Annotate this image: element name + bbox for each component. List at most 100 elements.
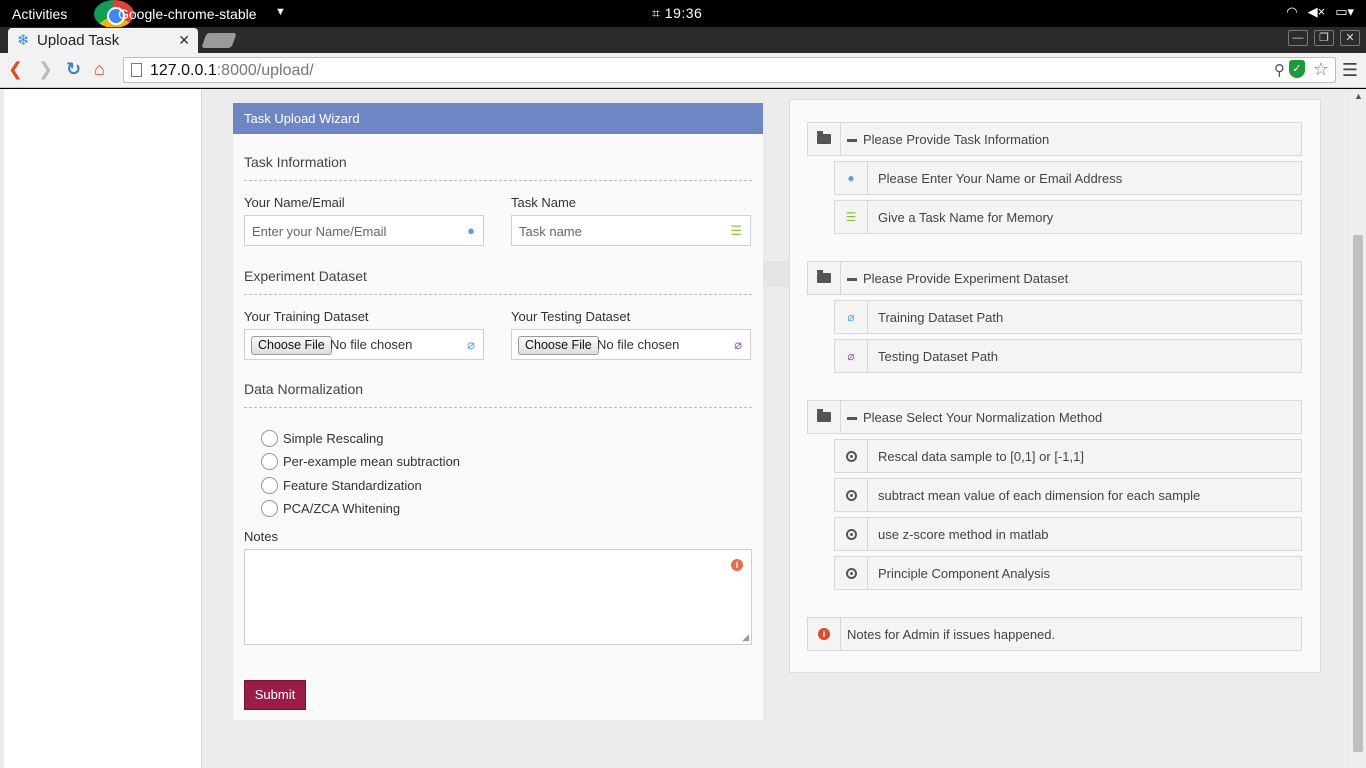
training-no-file-text: No file chosen	[330, 337, 413, 352]
target-icon	[845, 450, 857, 462]
help-panel: Please Provide Task Information ● Please…	[789, 99, 1321, 673]
app-menu-label[interactable]: Google-chrome-stable	[118, 6, 257, 22]
section-experiment-dataset: Experiment Dataset	[244, 268, 752, 295]
help-group-experiment-dataset[interactable]: Please Provide Experiment Dataset	[807, 261, 1302, 295]
help-notes-text: Notes for Admin if issues happened.	[847, 626, 1056, 642]
help-group-title: Please Provide Experiment Dataset	[841, 271, 1068, 286]
help-group-task-information[interactable]: Please Provide Task Information	[807, 122, 1302, 156]
resize-handle-icon[interactable]: ◢	[742, 632, 749, 643]
snowflake-favicon-icon: ❄	[17, 32, 30, 49]
testing-file-input[interactable]: Choose File No file chosen ⌀	[511, 329, 751, 360]
tab-upload-task[interactable]: ❄ Upload Task ✕	[8, 28, 198, 53]
task-name-input[interactable]: Task name ☰	[511, 215, 751, 246]
page-scrollbar[interactable]: ▲	[1351, 89, 1366, 768]
reload-icon[interactable]: ↻	[66, 60, 81, 78]
radio-label: Per-example mean subtraction	[283, 454, 461, 469]
app-menu-caret-icon[interactable]: ▼	[275, 6, 286, 18]
help-group-title: Please Provide Task Information	[841, 132, 1049, 147]
radio-pca-whitening[interactable]: PCA/ZCA Whitening	[261, 500, 400, 517]
paperclip-icon: ⌀	[835, 340, 868, 372]
info-icon-cell: i	[808, 618, 841, 650]
help-item-zscore[interactable]: use z-score method in matlab	[834, 517, 1302, 551]
training-choose-file-button[interactable]: Choose File	[251, 336, 332, 355]
restore-icon[interactable]: ❐	[1314, 30, 1334, 46]
folder-open-icon-cell	[808, 262, 841, 294]
notes-textarea[interactable]: i ◢	[244, 549, 752, 645]
home-icon[interactable]: ⌂	[94, 60, 105, 78]
clock-icon: ⌗	[652, 5, 661, 21]
url-path: :8000/upload/	[216, 62, 314, 79]
help-item-text: Testing Dataset Path	[878, 348, 998, 364]
radio-mean-subtraction[interactable]: Per-example mean subtraction	[261, 453, 460, 470]
target-icon	[845, 528, 857, 540]
help-item-text: subtract mean value of each dimension fo…	[878, 487, 1201, 503]
wifi-icon[interactable]: ◠	[1286, 4, 1297, 20]
help-item-mean-subtraction[interactable]: subtract mean value of each dimension fo…	[834, 478, 1302, 512]
scrollbar-thumb[interactable]	[1353, 235, 1363, 752]
help-item-text: Training Dataset Path	[878, 309, 1004, 325]
clock[interactable]: ⌗ 19:36	[652, 5, 702, 22]
help-item-rescaling[interactable]: Rescal data sample to [0,1] or [-1,1]	[834, 439, 1302, 473]
url-host: 127.0.0.1	[150, 62, 217, 79]
minus-icon	[847, 277, 857, 281]
help-item-text: Give a Task Name for Memory	[878, 209, 1054, 225]
help-item-training-path[interactable]: ⌀ Training Dataset Path	[834, 300, 1302, 334]
submit-button[interactable]: Submit	[244, 680, 306, 710]
target-icon-cell	[835, 518, 868, 550]
folder-open-icon	[817, 270, 831, 283]
chrome-menu-icon[interactable]: ☰	[1342, 60, 1358, 81]
info-icon: i	[731, 559, 743, 571]
target-icon	[845, 489, 857, 501]
info-icon: i	[818, 628, 830, 640]
browser-toolbar: ❮ ❯ ↻ ⌂ 127.0.0.1:8000/upload/ ⚲ ✓ ☆ ☰	[0, 53, 1366, 88]
bookmark-star-icon[interactable]: ☆	[1313, 59, 1329, 80]
testing-choose-file-button[interactable]: Choose File	[518, 336, 599, 355]
folder-open-icon	[817, 131, 831, 144]
notes-label: Notes	[244, 529, 278, 544]
training-file-input[interactable]: Choose File No file chosen ⌀	[244, 329, 484, 360]
help-notes-admin[interactable]: i Notes for Admin if issues happened.	[807, 617, 1302, 651]
url-text[interactable]: 127.0.0.1:8000/upload/	[150, 62, 314, 80]
list-icon: ☰	[835, 201, 868, 233]
radio-button[interactable]	[261, 430, 278, 447]
zoom-icon[interactable]: ⚲	[1274, 61, 1285, 79]
help-group-title: Please Select Your Normalization Method	[841, 410, 1102, 425]
help-item-text: Principle Component Analysis	[878, 565, 1050, 581]
minus-icon	[847, 416, 857, 420]
radio-feature-standardization[interactable]: Feature Standardization	[261, 477, 422, 494]
task-name-placeholder: Task name	[519, 224, 582, 239]
activities-button[interactable]: Activities	[12, 6, 67, 22]
radio-button[interactable]	[261, 453, 278, 470]
clock-time: 19:36	[664, 5, 703, 21]
help-item-task-name[interactable]: ☰ Give a Task Name for Memory	[834, 200, 1302, 234]
volume-muted-icon[interactable]: ◀×	[1308, 4, 1326, 20]
battery-icon[interactable]: ▭▾	[1335, 4, 1354, 20]
system-tray[interactable]: ◠ ◀× ▭▾	[1286, 4, 1354, 20]
address-bar[interactable]: 127.0.0.1:8000/upload/ ⚲ ✓ ☆	[123, 57, 1336, 83]
radio-simple-rescaling[interactable]: Simple Rescaling	[261, 430, 383, 447]
left-sidebar	[4, 89, 202, 768]
extension-shield-icon[interactable]: ✓	[1289, 60, 1305, 78]
tab-close-icon[interactable]: ✕	[178, 32, 190, 49]
help-group-text: Please Provide Experiment Dataset	[863, 270, 1069, 286]
task-upload-wizard: Task Upload Wizard Task Information Your…	[233, 103, 763, 720]
radio-label: Feature Standardization	[283, 478, 422, 493]
help-group-normalization[interactable]: Please Select Your Normalization Method	[807, 400, 1302, 434]
help-item-pca[interactable]: Principle Component Analysis	[834, 556, 1302, 590]
radio-button[interactable]	[261, 500, 278, 517]
back-icon[interactable]: ❮	[8, 60, 23, 78]
forward-icon[interactable]: ❯	[38, 60, 53, 78]
section-data-normalization: Data Normalization	[244, 381, 752, 408]
scroll-up-arrow-icon[interactable]: ▲	[1354, 91, 1363, 101]
help-item-name-email[interactable]: ● Please Enter Your Name or Email Addres…	[834, 161, 1302, 195]
folder-open-icon	[817, 409, 831, 422]
radio-button[interactable]	[261, 477, 278, 494]
close-window-icon[interactable]: ✕	[1340, 30, 1360, 46]
training-dataset-label: Your Training Dataset	[244, 309, 369, 324]
page-viewport: Task Upload Wizard Task Information Your…	[0, 89, 1366, 768]
minimize-icon[interactable]: —	[1288, 30, 1308, 46]
help-item-text: Rescal data sample to [0,1] or [-1,1]	[878, 448, 1084, 464]
new-tab-button[interactable]	[201, 33, 237, 48]
help-item-testing-path[interactable]: ⌀ Testing Dataset Path	[834, 339, 1302, 373]
name-email-input[interactable]: Enter your Name/Email ●	[244, 215, 484, 246]
